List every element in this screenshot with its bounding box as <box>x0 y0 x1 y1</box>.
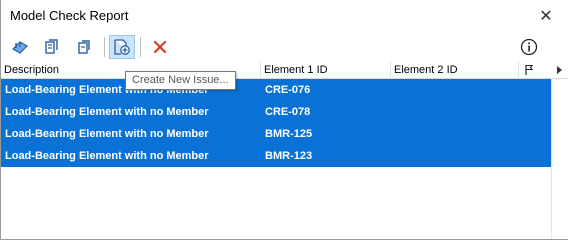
open-element-button[interactable] <box>71 35 97 59</box>
select-elements-icon <box>12 41 28 54</box>
table-row[interactable]: Load-Bearing Element with no Member BMR-… <box>1 145 551 167</box>
create-issue-button[interactable] <box>109 35 135 59</box>
create-issue-icon <box>114 39 130 55</box>
table-row[interactable]: Load-Bearing Element with no Member BMR-… <box>1 123 551 145</box>
toolbar <box>1 32 568 62</box>
column-header-element-1-id[interactable]: Element 1 ID <box>261 62 391 78</box>
open-report-icon <box>45 39 58 54</box>
info-button[interactable] <box>518 36 540 58</box>
table-row[interactable]: Load-Bearing Element with no Member CRE-… <box>1 101 551 123</box>
tooltip: Create New Issue... <box>125 71 236 90</box>
description-cell: Load-Bearing Element with no Member <box>5 106 209 118</box>
flag-icon <box>525 64 534 75</box>
issues-table: Load-Bearing Element with no Member CRE-… <box>1 79 551 167</box>
open-report-button[interactable] <box>39 35 65 59</box>
info-icon <box>520 38 538 56</box>
select-elements-button[interactable] <box>7 35 33 59</box>
toolbar-separator <box>104 37 105 57</box>
model-check-report-window: Model Check Report ✕ Description Element… <box>0 0 568 240</box>
description-cell: Load-Bearing Element with no Member <box>5 150 209 162</box>
column-header-element-2-id[interactable]: Element 2 ID <box>391 62 519 78</box>
table-header: Description Element 1 ID Element 2 ID <box>1 62 568 79</box>
table-row[interactable]: Load-Bearing Element with no Member CRE-… <box>1 79 551 101</box>
element-1-id-cell: CRE-078 <box>265 106 311 118</box>
column-header-flag[interactable] <box>519 62 551 78</box>
title-bar: Model Check Report ✕ <box>1 0 568 32</box>
element-1-id-cell: BMR-125 <box>265 128 313 140</box>
window-title: Model Check Report <box>10 8 129 23</box>
element-1-id-cell: CRE-076 <box>265 84 311 96</box>
close-icon: ✕ <box>539 8 553 25</box>
toolbar-separator <box>140 37 141 57</box>
delete-icon <box>153 40 167 54</box>
element-1-id-cell: BMR-123 <box>265 150 313 162</box>
column-divider <box>551 79 552 239</box>
close-button[interactable]: ✕ <box>524 0 568 32</box>
delete-button[interactable] <box>147 35 173 59</box>
description-cell: Load-Bearing Element with no Member <box>5 128 209 140</box>
open-element-icon <box>78 40 90 54</box>
scroll-right-icon[interactable] <box>557 66 562 74</box>
